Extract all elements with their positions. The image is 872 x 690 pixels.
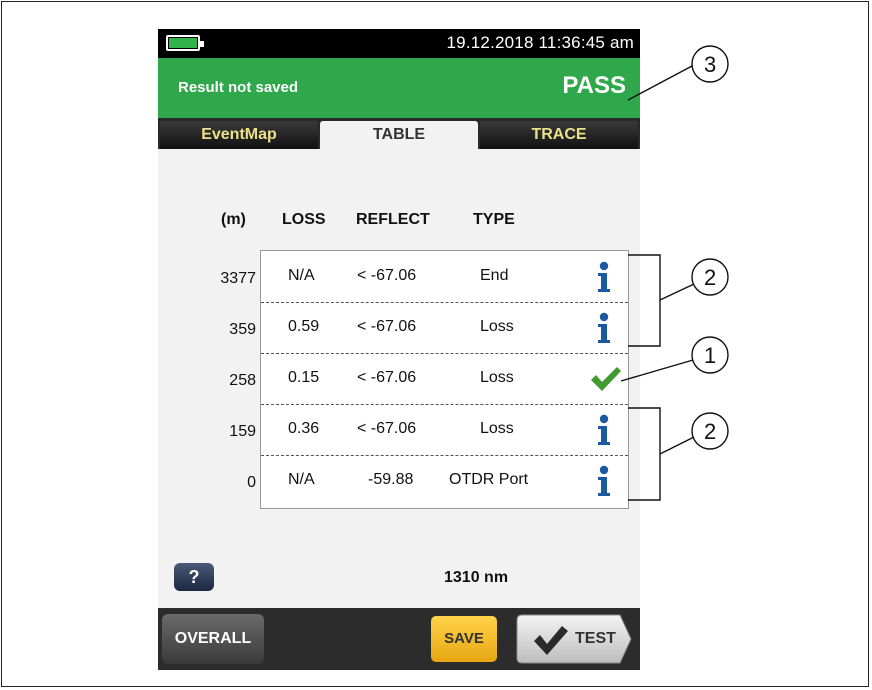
callout-1-number: 1 [704,343,717,368]
wavelength-label: 1310 nm [444,569,509,586]
datetime: 19.12.2018 11:36:45 am [446,33,634,52]
row-reflect: < -67.06 [357,318,417,335]
event-table: N/A < -67.06 End 0.59 < -67.06 Loss 0.15… [260,250,629,509]
info-icon[interactable] [596,312,612,344]
row-type: Loss [480,318,514,335]
row-type: OTDR Port [449,471,529,488]
row-loss: N/A [288,471,315,488]
header-reflect: REFLECT [356,211,430,228]
row-distance: 159 [229,423,256,440]
row-reflect: < -67.06 [357,267,417,284]
save-status: Result not saved [178,79,299,96]
table-row[interactable]: 0.36 < -67.06 Loss [261,404,628,456]
row-distance: 3377 [220,270,256,287]
battery-icon [166,35,204,51]
callout-2-number: 2 [704,419,717,444]
row-loss: N/A [288,267,315,284]
save-button[interactable]: SAVE [431,616,497,662]
table-row[interactable]: 0.15 < -67.06 Loss [261,353,628,405]
tab-bar: EventMap TABLE TRACE [158,118,640,149]
row-type: Loss [480,369,514,386]
tester-screen: 19.12.2018 11:36:45 am Result not saved … [158,29,640,670]
row-loss: 0.36 [288,420,320,437]
header-distance: (m) [221,211,246,228]
tab-table[interactable]: TABLE [320,121,478,149]
row-reflect: -59.88 [368,471,414,488]
callout-2-number: 2 [704,265,717,290]
row-distance: 359 [229,321,256,338]
pass-verdict: PASS [562,72,626,99]
row-type: End [480,267,509,284]
row-distance: 258 [229,372,256,389]
info-icon[interactable] [596,465,612,497]
row-distance: 0 [247,474,256,491]
info-icon[interactable] [596,261,612,293]
row-reflect: < -67.06 [357,420,417,437]
check-icon [591,367,621,391]
header-loss: LOSS [282,211,326,228]
header-type: TYPE [473,211,515,228]
row-reflect: < -67.06 [357,369,417,386]
bottom-bar: OVERALL SAVE TEST [158,608,640,670]
row-loss: 0.15 [288,369,320,386]
table-row[interactable]: N/A -59.88 OTDR Port [261,455,628,506]
status-bar: 19.12.2018 11:36:45 am [158,29,640,58]
table-row[interactable]: N/A < -67.06 End [261,251,628,303]
info-icon[interactable] [596,414,612,446]
row-loss: 0.59 [288,318,320,335]
test-button[interactable]: TEST [516,614,632,664]
callout-3-number: 3 [704,52,717,77]
table-row[interactable]: 0.59 < -67.06 Loss [261,302,628,354]
help-button[interactable]: ? [174,563,214,591]
overall-button[interactable]: OVERALL [162,614,264,664]
result-header: Result not saved PASS [158,58,640,118]
test-button-label: TEST [575,630,616,647]
tab-trace[interactable]: TRACE [480,121,638,149]
tab-eventmap[interactable]: EventMap [160,121,318,149]
row-type: Loss [480,420,514,437]
